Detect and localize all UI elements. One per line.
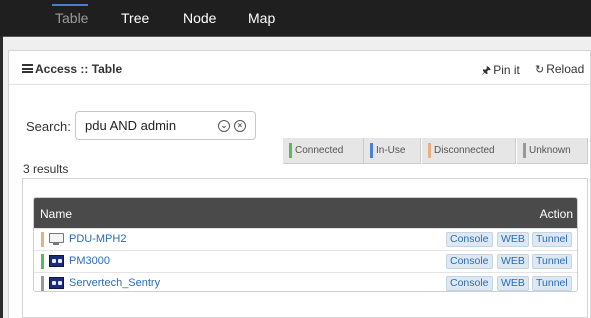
- tunnel-button[interactable]: Tunnel: [532, 254, 572, 269]
- results-table-container: Name Action PDU-MPH2 Console WEB Tunnel …: [22, 178, 588, 318]
- tunnel-button[interactable]: Tunnel: [532, 276, 572, 291]
- legend-label-in-use: In-Use: [376, 145, 406, 156]
- device-link[interactable]: PDU-MPH2: [69, 233, 126, 245]
- search-input[interactable]: [85, 118, 205, 133]
- table-row: PM3000 Console WEB Tunnel: [34, 250, 577, 271]
- legend-swatch-in-use: [370, 143, 373, 158]
- top-navigation: Table Tree Node Map: [0, 0, 591, 36]
- reload-button[interactable]: ↻ Reload: [535, 62, 584, 76]
- legend-in-use: In-Use: [364, 138, 421, 164]
- tab-table[interactable]: Table: [55, 10, 88, 26]
- console-button[interactable]: Console: [446, 254, 493, 269]
- legend-label-disconnected: Disconnected: [434, 145, 495, 156]
- results-count: 3 results: [23, 162, 69, 176]
- pin-button[interactable]: 🖈 Pin it: [481, 62, 520, 81]
- monitor-icon: [49, 233, 64, 245]
- reload-label: Reload: [546, 62, 585, 76]
- tab-map[interactable]: Map: [248, 10, 275, 26]
- legend-disconnected: Disconnected: [422, 138, 516, 164]
- panel-title-text: Access :: Table: [35, 62, 123, 76]
- device-link[interactable]: Servertech_Sentry: [69, 277, 160, 289]
- tab-node[interactable]: Node: [183, 10, 216, 26]
- access-table: Name Action PDU-MPH2 Console WEB Tunnel …: [33, 197, 578, 292]
- table-row: Servertech_Sentry Console WEB Tunnel: [34, 272, 577, 291]
- search-options-icon[interactable]: ⌄: [218, 120, 230, 132]
- clear-search-icon[interactable]: ×: [234, 120, 246, 132]
- status-indicator: [41, 232, 44, 247]
- column-header-name: Name: [40, 207, 73, 221]
- status-indicator: [41, 254, 44, 269]
- web-button[interactable]: WEB: [497, 254, 529, 269]
- console-button[interactable]: Console: [446, 232, 493, 247]
- search-label: Search:: [26, 119, 71, 134]
- pdu-device-icon: [49, 277, 64, 289]
- panel-title: Access :: Table: [22, 62, 122, 76]
- pdu-device-icon: [49, 255, 64, 267]
- web-button[interactable]: WEB: [497, 276, 529, 291]
- legend-swatch-unknown: [523, 143, 526, 158]
- panel-header: Access :: Table 🖈 Pin it ↻ Reload: [9, 51, 591, 85]
- legend-label-connected: Connected: [295, 145, 344, 156]
- table-row: PDU-MPH2 Console WEB Tunnel: [34, 228, 577, 249]
- tunnel-button[interactable]: Tunnel: [532, 232, 572, 247]
- legend-swatch-disconnected: [428, 143, 431, 158]
- content-frame: Access :: Table 🖈 Pin it ↻ Reload Search: …: [3, 36, 591, 318]
- status-indicator: [41, 276, 44, 291]
- legend-connected: Connected: [283, 138, 364, 164]
- legend-swatch-connected: [289, 143, 292, 158]
- search-box: ⌄ ×: [75, 111, 256, 140]
- tab-tree[interactable]: Tree: [121, 10, 149, 26]
- column-header-action: Action: [539, 207, 573, 221]
- pin-icon: 🖈: [481, 65, 492, 77]
- legend-unknown: Unknown: [517, 138, 588, 164]
- active-tab-indicator: [52, 4, 88, 6]
- legend-label-unknown: Unknown: [529, 145, 571, 156]
- reload-icon: ↻: [535, 64, 545, 76]
- web-button[interactable]: WEB: [497, 232, 529, 247]
- console-button[interactable]: Console: [446, 276, 493, 291]
- pin-label: Pin it: [493, 63, 520, 77]
- device-link[interactable]: PM3000: [69, 255, 110, 267]
- table-header: Name Action: [34, 198, 577, 228]
- hamburger-menu-icon[interactable]: [22, 64, 33, 73]
- access-panel: Access :: Table 🖈 Pin it ↻ Reload Search: …: [8, 50, 591, 318]
